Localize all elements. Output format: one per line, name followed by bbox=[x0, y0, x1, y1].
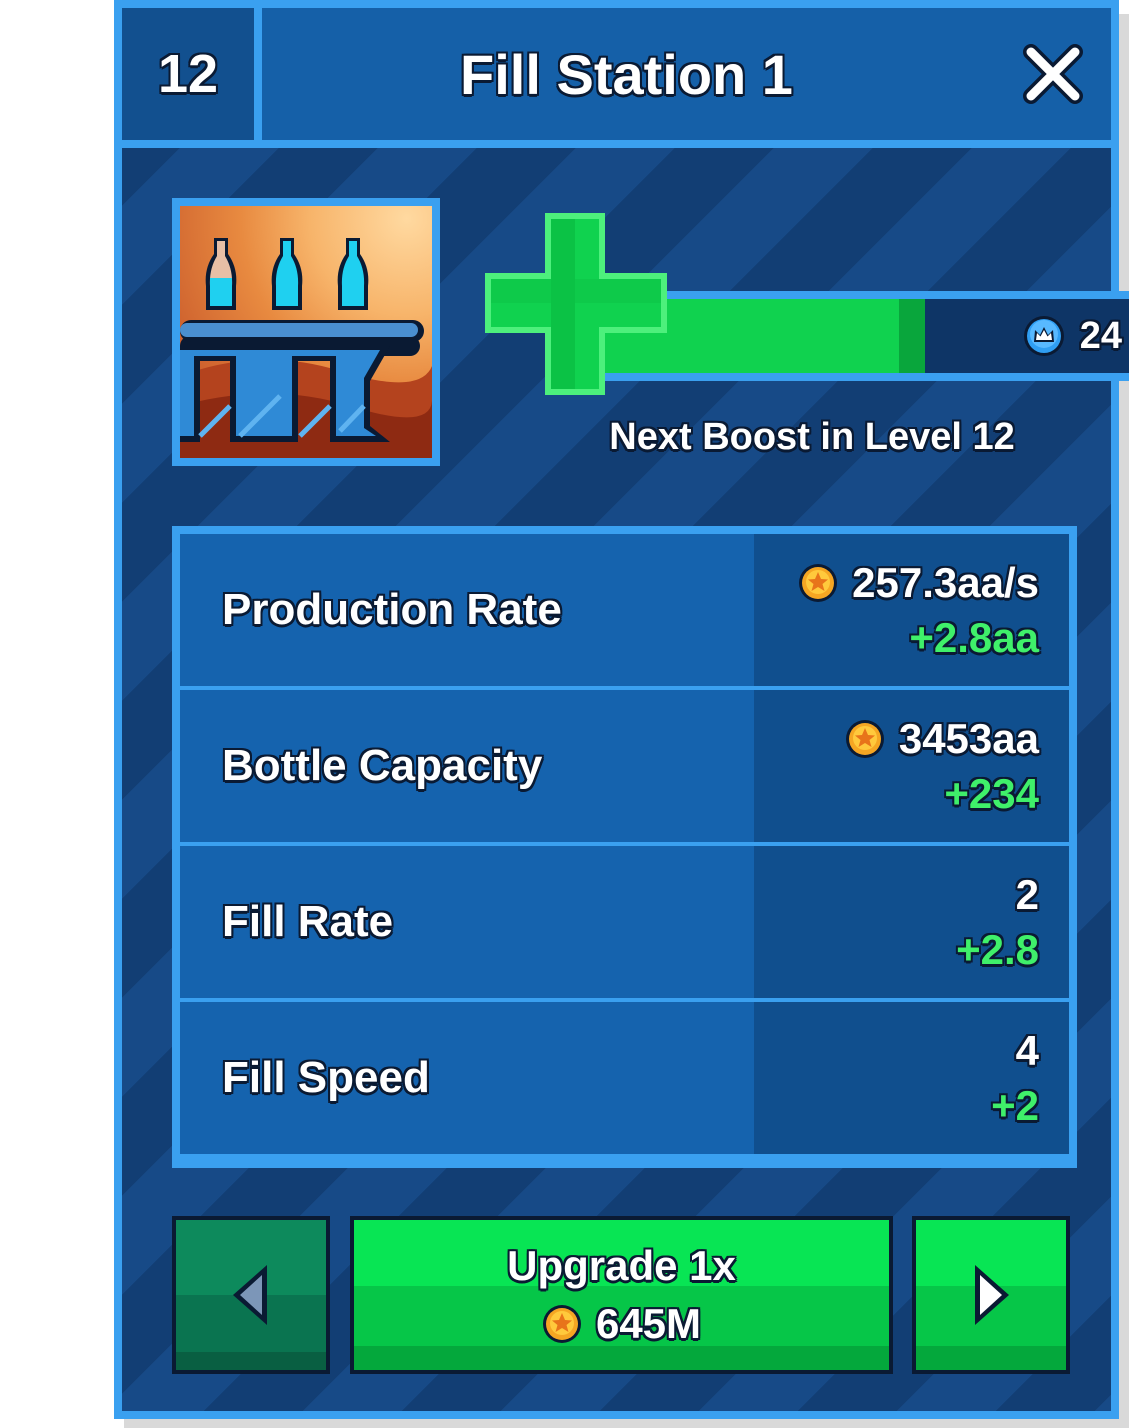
upgrade-button[interactable]: Upgrade 1x 645M bbox=[350, 1216, 893, 1374]
stat-label: Production Rate bbox=[180, 534, 754, 686]
stat-value: 3453aa bbox=[898, 715, 1039, 762]
panel-title: Fill Station 1 bbox=[460, 42, 793, 106]
stat-value-cell: 4 +2 bbox=[754, 1002, 1069, 1154]
stat-value: 4 bbox=[1015, 1027, 1039, 1074]
stat-delta: +2.8aa bbox=[909, 614, 1039, 661]
station-level-badge: 12 bbox=[122, 8, 262, 140]
upgrade-cost: 645M bbox=[595, 1300, 702, 1347]
coin-icon bbox=[799, 563, 838, 602]
stat-delta: +2 bbox=[991, 1082, 1039, 1129]
stat-delta: +234 bbox=[944, 770, 1039, 817]
upgrade-label: Upgrade 1x bbox=[507, 1242, 736, 1289]
stat-value-cell: 3453aa +234 bbox=[754, 690, 1069, 842]
coin-icon bbox=[845, 719, 884, 758]
coin-icon bbox=[542, 1305, 581, 1343]
stat-row: Production Rate 257.3aa/s +2.8aa bbox=[180, 534, 1069, 686]
close-button[interactable] bbox=[1021, 42, 1085, 106]
stat-value-cell: 257.3aa/s +2.8aa bbox=[754, 534, 1069, 686]
panel-header: 12 Fill Station 1 bbox=[122, 8, 1111, 148]
stat-value: 2 bbox=[1015, 871, 1039, 918]
stat-label: Bottle Capacity bbox=[180, 690, 754, 842]
close-icon bbox=[1023, 44, 1083, 104]
station-image bbox=[172, 198, 440, 466]
stats-table: Production Rate 257.3aa/s +2.8aa Bottle … bbox=[172, 526, 1077, 1168]
panel-body: 12 Fill Station 1 24 Next Boost in Level… bbox=[122, 8, 1129, 1411]
stat-label: Fill Speed bbox=[180, 1002, 754, 1154]
next-boost-label: Next Boost in Level 12 bbox=[609, 416, 1015, 458]
arrow-right-icon bbox=[975, 1265, 1009, 1325]
bottle-conveyor-illustration bbox=[180, 206, 432, 458]
stat-value-cell: 2 +2.8 bbox=[754, 846, 1069, 998]
next-station-button[interactable] bbox=[912, 1216, 1070, 1374]
boost-progress-bar: 24 bbox=[592, 291, 1129, 381]
previous-station-button[interactable] bbox=[172, 1216, 330, 1374]
station-panel: 12 Fill Station 1 24 Next Boost in Level… bbox=[114, 0, 1129, 1419]
stat-row: Bottle Capacity 3453aa +234 bbox=[180, 690, 1069, 842]
boost-plus-icon bbox=[485, 213, 667, 395]
crown-gem-icon bbox=[1023, 316, 1064, 356]
arrow-left-icon bbox=[233, 1265, 267, 1325]
stat-row: Fill Rate 2 +2.8 bbox=[180, 846, 1069, 998]
stat-delta: +2.8 bbox=[956, 926, 1039, 973]
stat-row: Fill Speed 4 +2 bbox=[180, 1002, 1069, 1154]
stat-label: Fill Rate bbox=[180, 846, 754, 998]
stat-value: 257.3aa/s bbox=[852, 559, 1039, 606]
boost-count: 24 bbox=[1079, 314, 1122, 357]
